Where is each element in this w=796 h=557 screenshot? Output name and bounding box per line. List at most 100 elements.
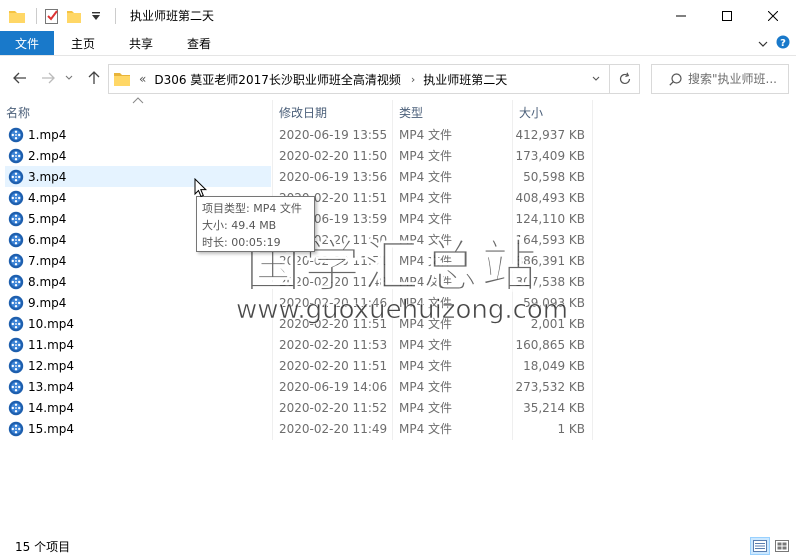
tooltip-type: 项目类型: MP4 文件 xyxy=(202,202,302,215)
ribbon-right-controls: ? xyxy=(758,31,790,56)
svg-text:?: ? xyxy=(780,38,786,49)
breadcrumb-overflow[interactable]: « xyxy=(139,72,146,86)
file-row[interactable]: 15.mp4 2020-02-20 11:49 MP4 文件 1 KB xyxy=(0,418,796,439)
help-button[interactable]: ? xyxy=(776,35,790,52)
maximize-icon xyxy=(722,10,732,21)
file-name-cell[interactable]: 12.mp4 xyxy=(5,355,271,376)
video-file-icon xyxy=(7,147,25,165)
file-size: 35,214 KB xyxy=(523,400,585,415)
back-button[interactable] xyxy=(10,68,30,88)
file-row[interactable]: 11.mp4 2020-02-20 11:53 MP4 文件 160,865 KB xyxy=(0,334,796,355)
breadcrumb-separator[interactable]: › xyxy=(411,73,415,86)
tab-home[interactable]: 主页 xyxy=(54,31,112,55)
new-folder-icon[interactable] xyxy=(65,7,83,25)
file-name-cell[interactable]: 9.mp4 xyxy=(5,292,271,313)
video-file-icon xyxy=(7,357,25,375)
expand-ribbon-button[interactable] xyxy=(758,37,768,51)
address-bar[interactable]: « D306 莫亚老师2017长沙职业师班全高清视频 › 执业师班第二天 xyxy=(108,64,640,94)
file-row[interactable]: 2.mp4 2020-02-20 11:50 MP4 文件 173,409 KB xyxy=(0,145,796,166)
search-input[interactable] xyxy=(688,72,788,86)
breadcrumb-current[interactable]: 执业师班第二天 xyxy=(423,71,507,88)
file-type: MP4 文件 xyxy=(399,338,453,352)
file-type: MP4 文件 xyxy=(399,422,453,436)
title-bar: 执业师班第二天 xyxy=(0,0,796,31)
file-size: 50,598 KB xyxy=(523,169,585,184)
file-name-cell[interactable]: 11.mp4 xyxy=(5,334,271,355)
video-file-icon xyxy=(7,336,25,354)
file-name-cell[interactable]: 10.mp4 xyxy=(5,313,271,334)
file-type: MP4 文件 xyxy=(399,380,453,394)
file-size: 412,937 KB xyxy=(515,127,585,142)
tab-view[interactable]: 查看 xyxy=(170,31,228,55)
folder-icon xyxy=(8,7,26,25)
up-button[interactable] xyxy=(84,68,104,88)
file-row[interactable]: 4.mp4 2020-02-20 11:51 MP4 文件 408,493 KB xyxy=(0,187,796,208)
breadcrumb-parent[interactable]: D306 莫亚老师2017长沙职业师班全高清视频 xyxy=(154,71,401,88)
arrow-right-icon xyxy=(42,72,55,84)
refresh-button[interactable] xyxy=(609,65,639,93)
file-name: 11.mp4 xyxy=(28,337,75,352)
file-size: 273,532 KB xyxy=(515,379,585,394)
file-type: MP4 文件 xyxy=(399,128,453,142)
forward-button[interactable] xyxy=(38,68,58,88)
column-header-date[interactable]: 修改日期 xyxy=(273,100,392,124)
file-name-cell[interactable]: 2.mp4 xyxy=(5,145,271,166)
file-row[interactable]: 12.mp4 2020-02-20 11:51 MP4 文件 18,049 KB xyxy=(0,355,796,376)
status-bar: 15 个项目 xyxy=(0,535,796,557)
file-name: 1.mp4 xyxy=(28,127,67,142)
file-row[interactable]: 13.mp4 2020-06-19 14:06 MP4 文件 273,532 KB xyxy=(0,376,796,397)
file-date: 2020-06-19 13:56 xyxy=(279,169,388,184)
properties-icon[interactable] xyxy=(43,7,61,25)
chevron-down-icon xyxy=(592,76,600,81)
chevron-down-icon xyxy=(65,75,73,80)
large-icons-view-button[interactable] xyxy=(772,537,792,555)
quick-access-toolbar xyxy=(0,0,122,31)
column-header-name[interactable]: 名称 xyxy=(0,100,272,124)
search-box[interactable] xyxy=(651,64,789,94)
minimize-button[interactable] xyxy=(658,0,704,31)
file-name-cell[interactable]: 13.mp4 xyxy=(5,376,271,397)
file-type: MP4 文件 xyxy=(399,170,453,184)
tab-share[interactable]: 共享 xyxy=(112,31,170,55)
column-header-size[interactable]: 大小 xyxy=(513,100,593,124)
file-name-cell[interactable]: 3.mp4 xyxy=(5,166,271,187)
arrow-up-icon xyxy=(88,71,100,84)
file-name: 13.mp4 xyxy=(28,379,75,394)
file-name-cell[interactable]: 14.mp4 xyxy=(5,397,271,418)
video-file-icon xyxy=(7,126,25,144)
window-title: 执业师班第二天 xyxy=(130,9,215,23)
video-file-icon xyxy=(7,210,25,228)
file-size: 18,049 KB xyxy=(523,358,585,373)
file-row[interactable]: 1.mp4 2020-06-19 13:55 MP4 文件 412,937 KB xyxy=(0,124,796,145)
address-dropdown-button[interactable] xyxy=(585,65,607,93)
video-file-icon xyxy=(7,231,25,249)
recent-locations-button[interactable] xyxy=(62,68,76,88)
details-view-button[interactable] xyxy=(750,537,770,555)
details-view-icon xyxy=(753,540,767,552)
file-row[interactable]: 3.mp4 2020-06-19 13:56 MP4 文件 50,598 KB xyxy=(0,166,796,187)
maximize-button[interactable] xyxy=(704,0,750,31)
file-name-cell[interactable]: 1.mp4 xyxy=(5,124,271,145)
file-name: 5.mp4 xyxy=(28,211,67,226)
file-name-cell[interactable]: 15.mp4 xyxy=(5,418,271,439)
video-file-icon xyxy=(7,252,25,270)
file-name: 10.mp4 xyxy=(28,316,75,331)
tab-file[interactable]: 文件 xyxy=(0,31,55,55)
chevron-down-icon[interactable] xyxy=(87,7,105,25)
refresh-icon xyxy=(619,72,630,85)
ribbon-tabs: 文件 主页 共享 查看 ? xyxy=(0,31,796,56)
video-file-icon xyxy=(7,294,25,312)
close-button[interactable] xyxy=(750,0,796,31)
search-icon xyxy=(664,72,682,86)
file-name-cell[interactable]: 8.mp4 xyxy=(5,271,271,292)
file-date: 2020-02-20 11:51 xyxy=(279,358,388,373)
video-file-icon xyxy=(7,189,25,207)
file-name-cell[interactable]: 7.mp4 xyxy=(5,250,271,271)
file-size: 160,865 KB xyxy=(515,337,585,352)
tooltip-duration: 时长: 00:05:19 xyxy=(202,236,281,249)
file-name: 7.mp4 xyxy=(28,253,67,268)
column-header-type[interactable]: 类型 xyxy=(393,100,512,124)
file-name: 14.mp4 xyxy=(28,400,75,415)
chevron-down-icon xyxy=(758,41,768,47)
file-row[interactable]: 14.mp4 2020-02-20 11:52 MP4 文件 35,214 KB xyxy=(0,397,796,418)
